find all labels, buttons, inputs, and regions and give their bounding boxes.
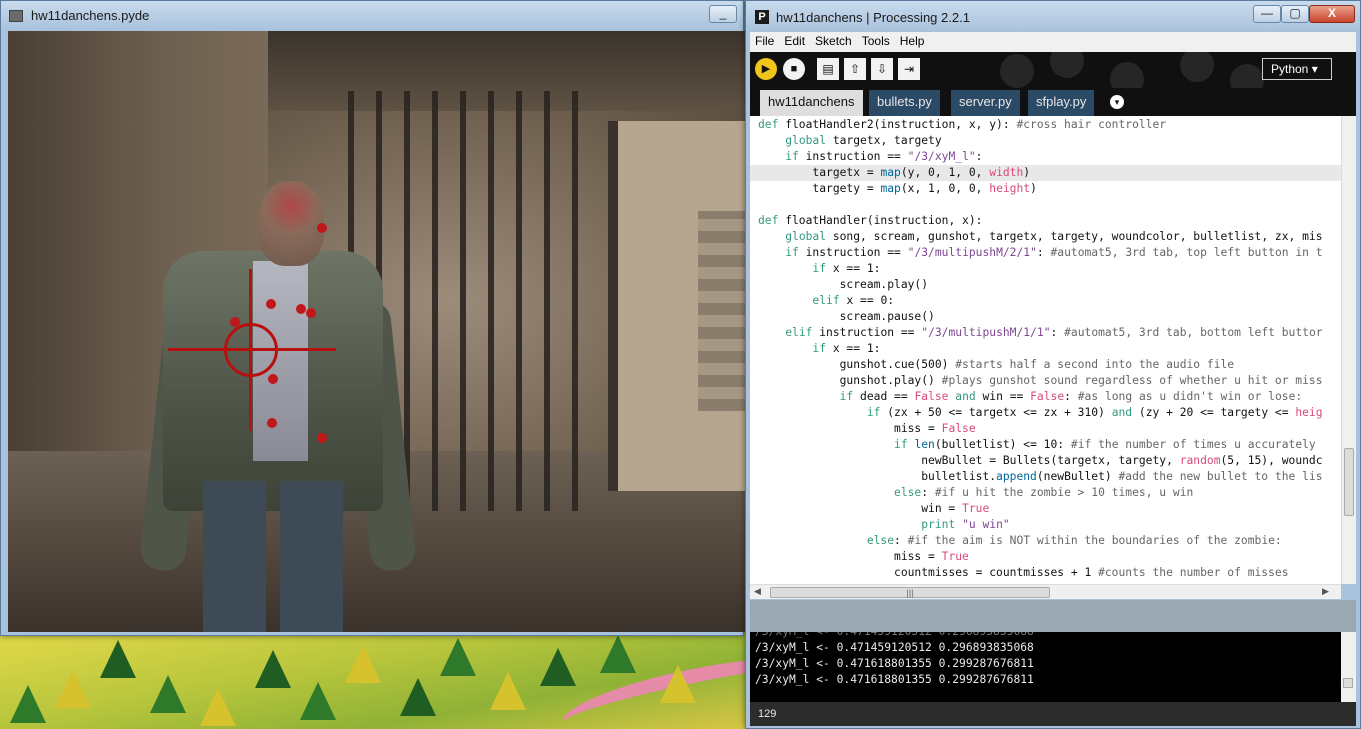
sketch-window-title: hw11danchens.pyde [31, 8, 150, 23]
mode-label: Python [1271, 62, 1309, 76]
tab-sfplay[interactable]: sfplay.py [1028, 90, 1095, 116]
editor-horizontal-scrollbar[interactable]: ◀ ||| ▶ [750, 584, 1341, 599]
menu-file[interactable]: File [750, 32, 779, 50]
window-icon [9, 10, 23, 22]
open-button[interactable]: ⇧ [844, 58, 866, 80]
scrollbar-thumb[interactable]: ||| [770, 587, 1050, 598]
sketch-window: hw11danchens.pyde _ [0, 0, 745, 636]
mode-selector[interactable]: Python ▾ [1262, 58, 1332, 80]
editor-tabs: hw11danchens bullets.py server.py sfplay… [750, 88, 1356, 116]
maximize-button[interactable]: ▢ [1281, 5, 1309, 23]
console-output[interactable]: /3/xyM_l <- 0.471459120512 0.29689383506… [750, 632, 1356, 702]
menu-bar: File Edit Sketch Tools Help [750, 32, 1356, 52]
menu-help[interactable]: Help [895, 32, 930, 50]
forest-wallpaper [0, 630, 750, 729]
bullet-wound [317, 223, 327, 233]
scrollbar-thumb[interactable] [1344, 448, 1354, 516]
new-sketch-button[interactable]: ▤ [817, 58, 839, 80]
message-area [750, 600, 1356, 632]
status-bar: 129 [750, 702, 1356, 726]
bullet-wound [317, 433, 327, 443]
chevron-down-icon: ▾ [1311, 62, 1318, 76]
close-button[interactable]: X [1309, 5, 1355, 23]
console-scrollbar[interactable] [1341, 632, 1356, 702]
minimize-button[interactable]: — [1253, 5, 1281, 23]
tab-bullets[interactable]: bullets.py [869, 90, 940, 116]
save-button[interactable]: ⇩ [871, 58, 893, 80]
console-line: /3/xyM_l <- 0.471618801355 0.29928767681… [755, 657, 1034, 670]
stop-button[interactable]: ■ [783, 58, 805, 80]
scrollbar-thumb[interactable] [1343, 678, 1353, 688]
sketch-window-titlebar[interactable]: hw11danchens.pyde _ [1, 1, 743, 31]
menu-tools[interactable]: Tools [857, 32, 895, 50]
console-line: /3/xyM_l <- 0.471459120512 0.29689383506… [755, 632, 1034, 640]
tab-hw11danchens[interactable]: hw11danchens [760, 90, 863, 116]
console-line: /3/xyM_l <- 0.471618801355 0.29928767681… [755, 673, 1034, 686]
ide-titlebar[interactable]: P hw11danchens | Processing 2.2.1 — ▢ X [746, 1, 1360, 33]
scroll-right-icon[interactable]: ▶ [1322, 586, 1329, 597]
console-line: /3/xyM_l <- 0.471459120512 0.29689383506… [755, 641, 1034, 654]
run-button[interactable]: ▶ [755, 58, 777, 80]
ide-window-title: hw11danchens | Processing 2.2.1 [776, 10, 970, 25]
code-editor[interactable]: def floatHandler2(instruction, x, y): #c… [750, 116, 1341, 584]
line-number: 129 [758, 708, 777, 720]
menu-sketch[interactable]: Sketch [810, 32, 857, 50]
grip-icon: ||| [906, 588, 914, 598]
crosshair [168, 269, 336, 431]
game-canvas[interactable] [8, 31, 745, 632]
editor-vertical-scrollbar[interactable] [1341, 116, 1356, 584]
minimize-button[interactable]: _ [709, 5, 737, 23]
menu-edit[interactable]: Edit [779, 32, 810, 50]
ide-toolbar: ▶ ■ ▤ ⇧ ⇩ ⇥ Python ▾ [750, 52, 1356, 88]
tab-server[interactable]: server.py [951, 90, 1020, 116]
processing-app-icon: P [755, 10, 769, 24]
tab-menu-icon[interactable]: ▾ [1110, 95, 1124, 109]
export-button[interactable]: ⇥ [898, 58, 920, 80]
scroll-left-icon[interactable]: ◀ [754, 586, 761, 597]
